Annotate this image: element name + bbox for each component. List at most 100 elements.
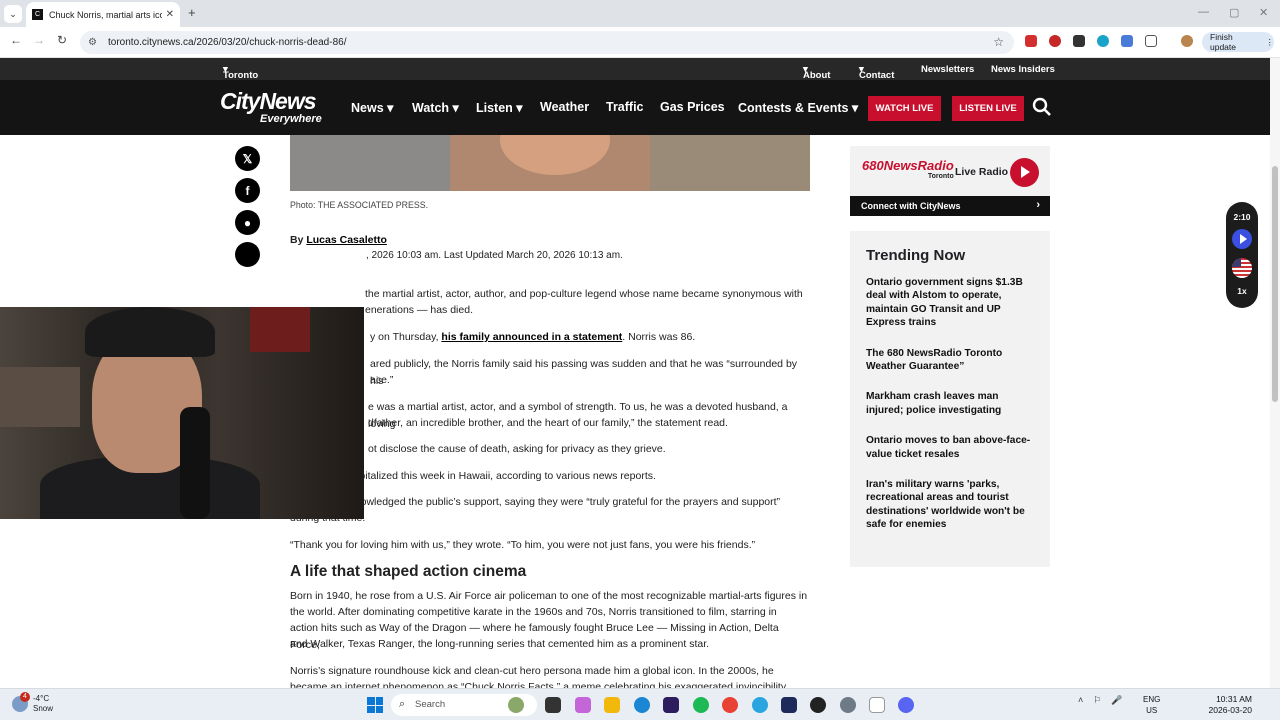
trending-item[interactable]: The 680 NewsRadio Toronto Weather Guaran… <box>866 347 1034 374</box>
chrome-icon[interactable] <box>722 697 738 713</box>
article-hero-image <box>290 135 810 191</box>
location-selector[interactable]: Toronto ▾ <box>223 64 258 81</box>
edge-icon[interactable] <box>634 697 650 713</box>
photo-caption: Photo: THE ASSOCIATED PRESS. <box>290 200 429 210</box>
notification-badge: 4 <box>20 692 30 702</box>
trending-item[interactable]: Markham crash leaves man injured; police… <box>866 390 1034 417</box>
nav-listen[interactable]: Listen ▾ <box>476 100 523 115</box>
site-top-bar: Toronto ▾ About ▾ Contact ▾ Newsletters … <box>0 58 1270 81</box>
trending-item[interactable]: Ontario government signs $1.3B deal with… <box>866 276 1034 330</box>
paragraph: ace.” <box>370 374 394 386</box>
reddit-share-icon[interactable]: ● <box>235 210 260 235</box>
browser-tab[interactable]: C Chuck Norris, martial arts icon a ✕ <box>26 2 180 27</box>
language-indicator[interactable]: ENG US <box>1143 694 1160 716</box>
nav-watch-label: Watch <box>412 101 450 115</box>
facebook-share-icon[interactable]: f <box>235 178 260 203</box>
watch-live-button[interactable]: WATCH LIVE <box>868 96 941 121</box>
extension-icon[interactable] <box>1025 35 1037 47</box>
trending-item[interactable]: Iran's military warns 'parks, recreation… <box>866 478 1034 532</box>
discord-icon[interactable] <box>898 697 914 713</box>
copilot-icon[interactable] <box>575 697 591 713</box>
page-scrollbar[interactable] <box>1270 58 1280 688</box>
nav-news-label: News <box>351 101 384 115</box>
scrollbar-thumb[interactable] <box>1272 166 1278 402</box>
nav-contests-label: Contests & Events <box>738 101 849 115</box>
search-highlight-icon[interactable] <box>508 697 524 713</box>
trending-item[interactable]: Ontario moves to ban above-face-value ti… <box>866 434 1034 461</box>
newsletters-link[interactable]: Newsletters <box>921 64 974 75</box>
trending-now-panel: Trending Now Ontario government signs $1… <box>850 231 1050 567</box>
paragraph: and Walker, Texas Ranger, the long-runni… <box>290 638 710 650</box>
app-icon[interactable] <box>810 697 826 713</box>
nav-news[interactable]: News ▾ <box>351 100 393 115</box>
x-share-icon[interactable]: 𝕏 <box>235 146 260 171</box>
task-view-icon[interactable] <box>545 697 561 713</box>
tab-close-icon[interactable]: ✕ <box>166 9 174 20</box>
paragraph: became an internet phenomenon as “Chuck … <box>290 681 787 688</box>
playback-speed[interactable]: 1x <box>1226 286 1258 296</box>
forward-icon[interactable]: → <box>33 33 45 47</box>
search-icon[interactable] <box>1032 97 1052 117</box>
windows-start-icon[interactable] <box>367 697 383 713</box>
new-tab-button[interactable]: + <box>188 5 196 20</box>
author-link[interactable]: Lucas Casaletto <box>306 234 387 246</box>
search-icon: ⌕ <box>399 698 406 710</box>
contact-menu[interactable]: Contact ▾ <box>859 64 894 81</box>
connect-with-citynews-button[interactable]: Connect with CityNews › <box>850 196 1050 216</box>
680-newsradio-logo[interactable]: 680NewsRadio Toronto <box>862 158 954 180</box>
main-navigation: CityNews Everywhere News ▾ Watch ▾ Liste… <box>0 80 1270 135</box>
extension-icon[interactable] <box>1049 35 1061 47</box>
bookmark-star-icon[interactable]: ☆ <box>993 35 1004 49</box>
section-heading: A life that shaped action cinema <box>290 563 527 580</box>
telegram-icon[interactable] <box>752 697 768 713</box>
menu-dots-icon[interactable]: ⋮ <box>1266 37 1275 48</box>
nav-contests[interactable]: Contests & Events ▾ <box>738 100 858 115</box>
file-explorer-icon[interactable] <box>604 697 620 713</box>
system-tray[interactable]: ˄ ⚐ 🎤 <box>1078 695 1123 706</box>
citynews-logo[interactable]: CityNews Everywhere <box>220 88 332 126</box>
about-menu[interactable]: About ▾ <box>803 64 830 81</box>
minimize-icon[interactable]: — <box>1198 6 1209 18</box>
nav-listen-label: Listen <box>476 101 513 115</box>
statement-link[interactable]: his family announced in a statement <box>441 331 622 343</box>
extension-icon[interactable] <box>1121 35 1133 47</box>
logo-city: Toronto <box>927 173 954 180</box>
nav-gas-prices[interactable]: Gas Prices <box>660 100 725 114</box>
address-bar[interactable]: ⚙ toronto.citynews.ca/2026/03/20/chuck-n… <box>80 31 1014 54</box>
extensions-puzzle-icon[interactable] <box>1145 35 1157 47</box>
site-info-icon[interactable]: ⚙ <box>88 37 102 48</box>
app-icon[interactable] <box>869 697 885 713</box>
news-insiders-link[interactable]: News Insiders <box>991 64 1055 75</box>
paragraph: Norris’s signature roundhouse kick and c… <box>290 665 774 677</box>
tab-search-button[interactable]: ⌄ <box>4 5 22 23</box>
taskbar-clock[interactable]: 10:31 AM 2026-03-20 <box>1208 694 1252 716</box>
reload-icon[interactable]: ↻ <box>57 33 67 47</box>
extension-icon[interactable] <box>1073 35 1085 47</box>
window-close-icon[interactable]: ✕ <box>1259 6 1268 19</box>
finish-update-button[interactable]: Finish update ⋮ <box>1202 32 1274 52</box>
listen-live-button[interactable]: LISTEN LIVE <box>952 96 1024 121</box>
radio-play-button[interactable] <box>1010 158 1039 187</box>
profile-avatar[interactable] <box>1181 35 1193 47</box>
article-timestamp: , 2026 10:03 am. Last Updated March 20, … <box>290 248 810 265</box>
logo-text: CityNews <box>220 88 317 114</box>
share-icon[interactable] <box>235 242 260 267</box>
settings-icon[interactable] <box>840 697 856 713</box>
app-icon[interactable] <box>781 697 797 713</box>
back-icon[interactable]: ← <box>10 33 22 47</box>
timestamp-text: , 2026 10:03 am. Last Updated March 20, … <box>366 250 623 261</box>
clock-date: 2026-03-20 <box>1208 705 1252 715</box>
maximize-icon[interactable]: ▢ <box>1229 6 1239 19</box>
player-time: 2:10 <box>1233 212 1251 222</box>
paragraph-text: . Norris was 86. <box>622 331 696 343</box>
us-flag-icon[interactable] <box>1232 258 1252 278</box>
spotify-icon[interactable] <box>693 697 709 713</box>
extension-icon[interactable] <box>1097 35 1109 47</box>
player-play-button[interactable] <box>1232 229 1252 249</box>
next-app-icon[interactable] <box>663 697 679 713</box>
trending-title: Trending Now <box>866 247 966 264</box>
nav-traffic[interactable]: Traffic <box>606 100 644 114</box>
webpage: Toronto ▾ About ▾ Contact ▾ Newsletters … <box>0 58 1270 688</box>
nav-watch[interactable]: Watch ▾ <box>412 100 459 115</box>
nav-weather[interactable]: Weather <box>540 100 589 114</box>
